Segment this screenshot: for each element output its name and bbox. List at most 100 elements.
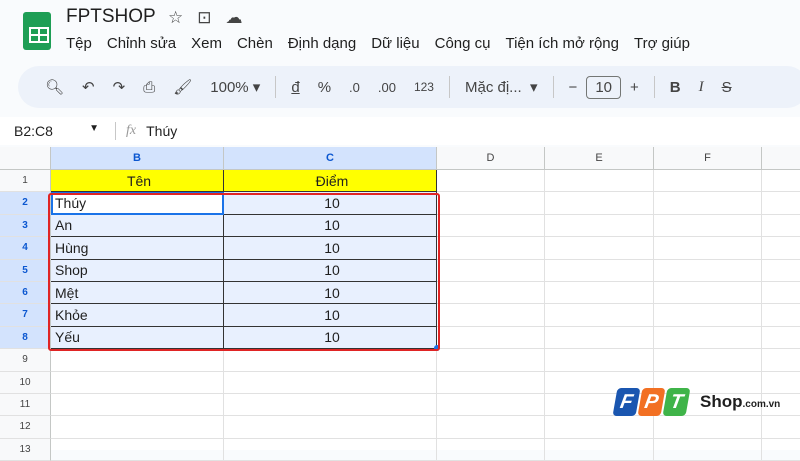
empty-cell[interactable] xyxy=(437,394,545,417)
column-header-b[interactable]: B xyxy=(51,147,224,170)
empty-cell[interactable] xyxy=(51,416,224,439)
empty-cell[interactable] xyxy=(762,349,800,372)
menu-data[interactable]: Dữ liệu xyxy=(371,35,419,52)
percent-button[interactable]: % xyxy=(309,79,340,96)
empty-cell[interactable] xyxy=(51,371,224,394)
row-header[interactable]: 5 xyxy=(0,259,51,282)
empty-cell[interactable] xyxy=(762,192,800,215)
zoom-select[interactable]: 100% ▾ xyxy=(201,78,269,96)
empty-cell[interactable] xyxy=(654,237,762,260)
decrease-decimal-button[interactable]: .0 xyxy=(340,80,369,95)
column-header-f[interactable]: F xyxy=(654,147,762,170)
cloud-saved-icon[interactable]: ☁ xyxy=(226,8,243,28)
empty-cell[interactable] xyxy=(545,326,654,350)
font-select[interactable]: Mặc đị... ▾ xyxy=(456,78,547,96)
empty-cell[interactable] xyxy=(762,170,800,193)
empty-cell[interactable] xyxy=(545,304,654,327)
row-header[interactable]: 6 xyxy=(0,282,51,305)
empty-cell[interactable] xyxy=(654,259,762,282)
empty-cell[interactable] xyxy=(762,416,800,439)
empty-cell[interactable] xyxy=(437,304,545,327)
move-folder-icon[interactable]: ⊡ xyxy=(197,8,211,28)
row-header[interactable]: 4 xyxy=(0,237,51,260)
empty-cell[interactable] xyxy=(437,416,545,439)
row-header[interactable]: 11 xyxy=(0,394,51,417)
row-header[interactable]: 3 xyxy=(0,214,51,238)
currency-button[interactable]: đ xyxy=(282,79,308,96)
strikethrough-icon[interactable]: S xyxy=(713,79,741,96)
empty-cell[interactable] xyxy=(437,371,545,394)
empty-cell[interactable] xyxy=(437,349,545,372)
name-box[interactable]: B2:C8 ▼ xyxy=(0,123,105,139)
empty-cell[interactable] xyxy=(545,259,654,282)
row-header[interactable]: 7 xyxy=(0,304,51,327)
empty-cell[interactable] xyxy=(545,214,654,238)
bold-button[interactable]: B xyxy=(661,79,690,96)
column-header-d[interactable]: D xyxy=(437,147,545,170)
empty-cell[interactable] xyxy=(654,326,762,350)
empty-cell[interactable] xyxy=(224,371,437,394)
empty-cell[interactable] xyxy=(545,282,654,305)
redo-icon[interactable]: ↷ xyxy=(104,78,135,96)
empty-cell[interactable] xyxy=(437,170,545,193)
column-header-g[interactable] xyxy=(762,147,800,170)
row-header[interactable]: 12 xyxy=(0,416,51,439)
increase-decimal-button[interactable]: .00 xyxy=(369,80,405,95)
print-icon[interactable]: ⎙ xyxy=(134,79,164,96)
empty-cell[interactable] xyxy=(437,214,545,238)
header-cell-score[interactable]: Điểm xyxy=(224,170,437,193)
row-header[interactable]: 2 xyxy=(0,192,51,215)
formula-input[interactable]: Thúy xyxy=(146,123,177,139)
row-header[interactable]: 1 xyxy=(0,170,51,193)
empty-cell[interactable] xyxy=(762,260,800,282)
empty-cell[interactable] xyxy=(654,170,762,193)
menu-format[interactable]: Định dạng xyxy=(288,35,356,52)
empty-cell[interactable] xyxy=(224,394,437,417)
row-header[interactable]: 8 xyxy=(0,326,51,350)
empty-cell[interactable] xyxy=(437,192,545,215)
empty-cell[interactable] xyxy=(51,394,224,417)
sheets-logo[interactable] xyxy=(23,12,51,50)
empty-cell[interactable] xyxy=(654,214,762,238)
menu-edit[interactable]: Chỉnh sửa xyxy=(107,35,176,52)
menu-help[interactable]: Trợ giúp xyxy=(634,35,690,52)
decrease-font-size-button[interactable]: − xyxy=(560,79,587,96)
empty-cell[interactable] xyxy=(762,237,800,260)
empty-cell[interactable] xyxy=(654,304,762,327)
empty-cell[interactable] xyxy=(545,416,654,439)
menu-view[interactable]: Xem xyxy=(191,35,222,52)
paint-format-icon[interactable]: 🖌︎ xyxy=(164,78,201,96)
empty-cell[interactable] xyxy=(545,237,654,260)
empty-cell[interactable] xyxy=(437,282,545,305)
empty-cell[interactable] xyxy=(224,416,437,439)
search-icon[interactable]: 🔍︎ xyxy=(36,78,73,96)
empty-cell[interactable] xyxy=(762,282,800,305)
empty-cell[interactable] xyxy=(545,349,654,372)
star-icon[interactable]: ☆ xyxy=(168,8,183,28)
italic-button[interactable]: I xyxy=(690,79,713,96)
row-header[interactable]: 9 xyxy=(0,349,51,372)
doc-title[interactable]: FPTSHOP xyxy=(66,6,156,28)
font-size-input[interactable]: 10 xyxy=(586,75,621,99)
empty-cell[interactable] xyxy=(51,349,224,372)
empty-cell[interactable] xyxy=(545,170,654,193)
undo-icon[interactable]: ↶ xyxy=(73,78,104,96)
number-format-button[interactable]: 123 xyxy=(405,80,443,94)
empty-cell[interactable] xyxy=(437,259,545,282)
select-all-corner[interactable] xyxy=(0,147,51,170)
menu-insert[interactable]: Chèn xyxy=(237,35,273,52)
column-header-e[interactable]: E xyxy=(545,147,654,170)
empty-cell[interactable] xyxy=(654,282,762,305)
empty-cell[interactable] xyxy=(762,327,800,350)
increase-font-size-button[interactable]: + xyxy=(621,79,648,96)
empty-cell[interactable] xyxy=(545,192,654,215)
empty-cell[interactable] xyxy=(437,326,545,350)
empty-cell[interactable] xyxy=(654,416,762,439)
menu-file[interactable]: Tệp xyxy=(66,35,92,52)
menu-tools[interactable]: Công cụ xyxy=(435,35,491,52)
empty-cell[interactable] xyxy=(762,215,800,238)
empty-cell[interactable] xyxy=(224,349,437,372)
header-cell-name[interactable]: Tên xyxy=(51,170,224,193)
column-header-c[interactable]: C xyxy=(224,147,437,170)
empty-cell[interactable] xyxy=(654,349,762,372)
